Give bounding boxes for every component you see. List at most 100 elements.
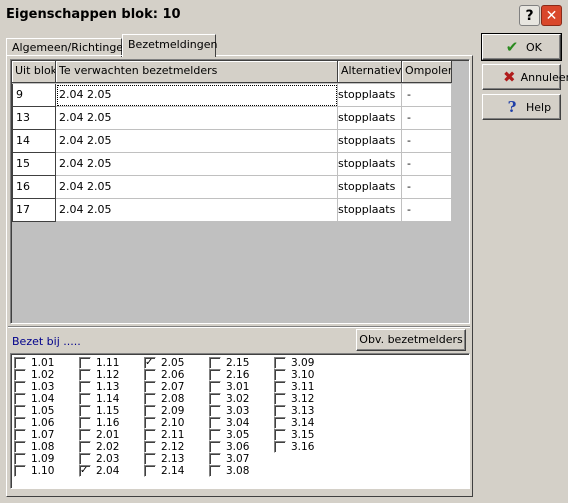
header-uit-blok[interactable]: Uit blok xyxy=(12,61,56,83)
checkbox[interactable] xyxy=(14,381,26,393)
checkbox-item[interactable]: 3.16 xyxy=(274,441,314,453)
checkbox-item[interactable]: 2.05 xyxy=(144,357,184,369)
checkbox[interactable] xyxy=(274,417,286,429)
checkbox-item[interactable]: 3.02 xyxy=(209,393,249,405)
title-help-button[interactable]: ? xyxy=(519,5,540,26)
cell-uit-blok[interactable]: 14 xyxy=(12,130,56,153)
checkbox-item[interactable]: 3.01 xyxy=(209,381,249,393)
cell-alternatieve[interactable]: stopplaats xyxy=(338,176,402,199)
checkbox[interactable] xyxy=(79,465,91,477)
checkbox-item[interactable]: 1.05 xyxy=(14,405,54,417)
header-alternatieve[interactable]: Alternatieve xyxy=(338,61,402,83)
checkbox-item[interactable]: 2.16 xyxy=(209,369,249,381)
checkbox-item[interactable]: 3.04 xyxy=(209,417,249,429)
checkbox[interactable] xyxy=(144,393,156,405)
checkbox-item[interactable]: 3.13 xyxy=(274,405,314,417)
checkbox[interactable] xyxy=(14,465,26,477)
checkbox[interactable] xyxy=(274,429,286,441)
checkbox[interactable] xyxy=(14,405,26,417)
checkbox-item[interactable]: 1.01 xyxy=(14,357,54,369)
checkbox[interactable] xyxy=(144,405,156,417)
checkbox-item[interactable]: 2.08 xyxy=(144,393,184,405)
checkbox[interactable] xyxy=(209,405,221,417)
cell-alternatieve[interactable]: stopplaats xyxy=(338,199,402,222)
checkbox[interactable] xyxy=(79,393,91,405)
checkbox[interactable] xyxy=(209,357,221,369)
checkbox-item[interactable]: 3.12 xyxy=(274,393,314,405)
checkbox[interactable] xyxy=(14,357,26,369)
checkbox[interactable] xyxy=(274,405,286,417)
tab-bezetmeldingen[interactable]: Bezetmeldingen xyxy=(122,34,217,57)
checkbox-item[interactable]: 1.15 xyxy=(79,405,119,417)
checkbox-item[interactable]: 3.14 xyxy=(274,417,314,429)
checkbox-item[interactable]: 3.06 xyxy=(209,441,249,453)
checkbox-item[interactable]: 1.09 xyxy=(14,453,54,465)
checkbox[interactable] xyxy=(144,441,156,453)
checkbox-item[interactable]: 3.08 xyxy=(209,465,249,477)
checkbox-item[interactable]: 2.03 xyxy=(79,453,119,465)
checkbox[interactable] xyxy=(14,417,26,429)
cell-alternatieve[interactable]: stopplaats xyxy=(338,130,402,153)
checkbox[interactable] xyxy=(144,369,156,381)
cell-ompolen[interactable]: - xyxy=(402,153,452,176)
checkbox[interactable] xyxy=(79,357,91,369)
cell-ompolen[interactable]: - xyxy=(402,84,452,107)
checkbox[interactable] xyxy=(274,381,286,393)
cell-melders[interactable]: 2.04 2.05 xyxy=(56,199,338,222)
checkbox[interactable] xyxy=(274,357,286,369)
checkbox[interactable] xyxy=(79,453,91,465)
header-ompolen[interactable]: Ompolen xyxy=(402,61,452,83)
checkbox[interactable] xyxy=(209,453,221,465)
checkbox-item[interactable]: 3.15 xyxy=(274,429,314,441)
checkbox-item[interactable]: 3.05 xyxy=(209,429,249,441)
checkbox-item[interactable]: 1.06 xyxy=(14,417,54,429)
checkbox[interactable] xyxy=(79,405,91,417)
checkbox[interactable] xyxy=(209,393,221,405)
cell-alternatieve[interactable]: stopplaats xyxy=(338,84,402,107)
checkbox[interactable] xyxy=(209,417,221,429)
checkbox[interactable] xyxy=(79,381,91,393)
cell-ompolen[interactable]: - xyxy=(402,130,452,153)
cell-uit-blok[interactable]: 16 xyxy=(12,176,56,199)
obv-bezetmelders-button[interactable]: Obv. bezetmelders xyxy=(356,329,466,351)
checkbox[interactable] xyxy=(209,441,221,453)
checkbox[interactable] xyxy=(144,417,156,429)
checkbox[interactable] xyxy=(274,369,286,381)
checkbox-item[interactable]: 2.07 xyxy=(144,381,184,393)
checkbox[interactable] xyxy=(79,429,91,441)
checkbox[interactable] xyxy=(79,417,91,429)
checkbox-item[interactable]: 1.04 xyxy=(14,393,54,405)
checkbox[interactable] xyxy=(79,441,91,453)
checkbox-item[interactable]: 2.11 xyxy=(144,429,184,441)
checkbox[interactable] xyxy=(144,381,156,393)
cell-uit-blok[interactable]: 13 xyxy=(12,107,56,130)
checkbox-item[interactable]: 2.04 xyxy=(79,465,119,477)
checkbox[interactable] xyxy=(14,453,26,465)
cell-melders[interactable]: 2.04 2.05 xyxy=(56,130,338,153)
cell-ompolen[interactable]: - xyxy=(402,199,452,222)
table-row[interactable]: 16 2.04 2.05 stopplaats - xyxy=(12,176,452,199)
checkbox-item[interactable]: 1.16 xyxy=(79,417,119,429)
checkbox-item[interactable]: 3.10 xyxy=(274,369,314,381)
cell-ompolen[interactable]: - xyxy=(402,107,452,130)
checkbox-item[interactable]: 1.07 xyxy=(14,429,54,441)
ok-button[interactable]: ✔ OK xyxy=(481,33,562,61)
checkbox-item[interactable]: 1.03 xyxy=(14,381,54,393)
cell-melders[interactable]: 2.04 2.05 xyxy=(56,107,338,130)
close-button[interactable]: ✕ xyxy=(541,5,562,26)
cell-uit-blok[interactable]: 15 xyxy=(12,153,56,176)
checkbox[interactable] xyxy=(144,357,156,369)
cell-melders[interactable]: 2.04 2.05 xyxy=(56,153,338,176)
checkbox-item[interactable]: 3.03 xyxy=(209,405,249,417)
cell-uit-blok[interactable]: 9 xyxy=(12,84,56,107)
checkbox[interactable] xyxy=(209,429,221,441)
cell-melders[interactable]: 2.04 2.05 xyxy=(56,84,338,107)
checkbox-item[interactable]: 3.09 xyxy=(274,357,314,369)
checkbox-item[interactable]: 1.14 xyxy=(79,393,119,405)
cell-uit-blok[interactable]: 17 xyxy=(12,199,56,222)
checkbox-item[interactable]: 2.02 xyxy=(79,441,119,453)
checkbox-item[interactable]: 2.13 xyxy=(144,453,184,465)
checkbox-item[interactable]: 1.13 xyxy=(79,381,119,393)
table-row[interactable]: 9 2.04 2.05 stopplaats - xyxy=(12,84,452,107)
checkbox-item[interactable]: 2.15 xyxy=(209,357,249,369)
